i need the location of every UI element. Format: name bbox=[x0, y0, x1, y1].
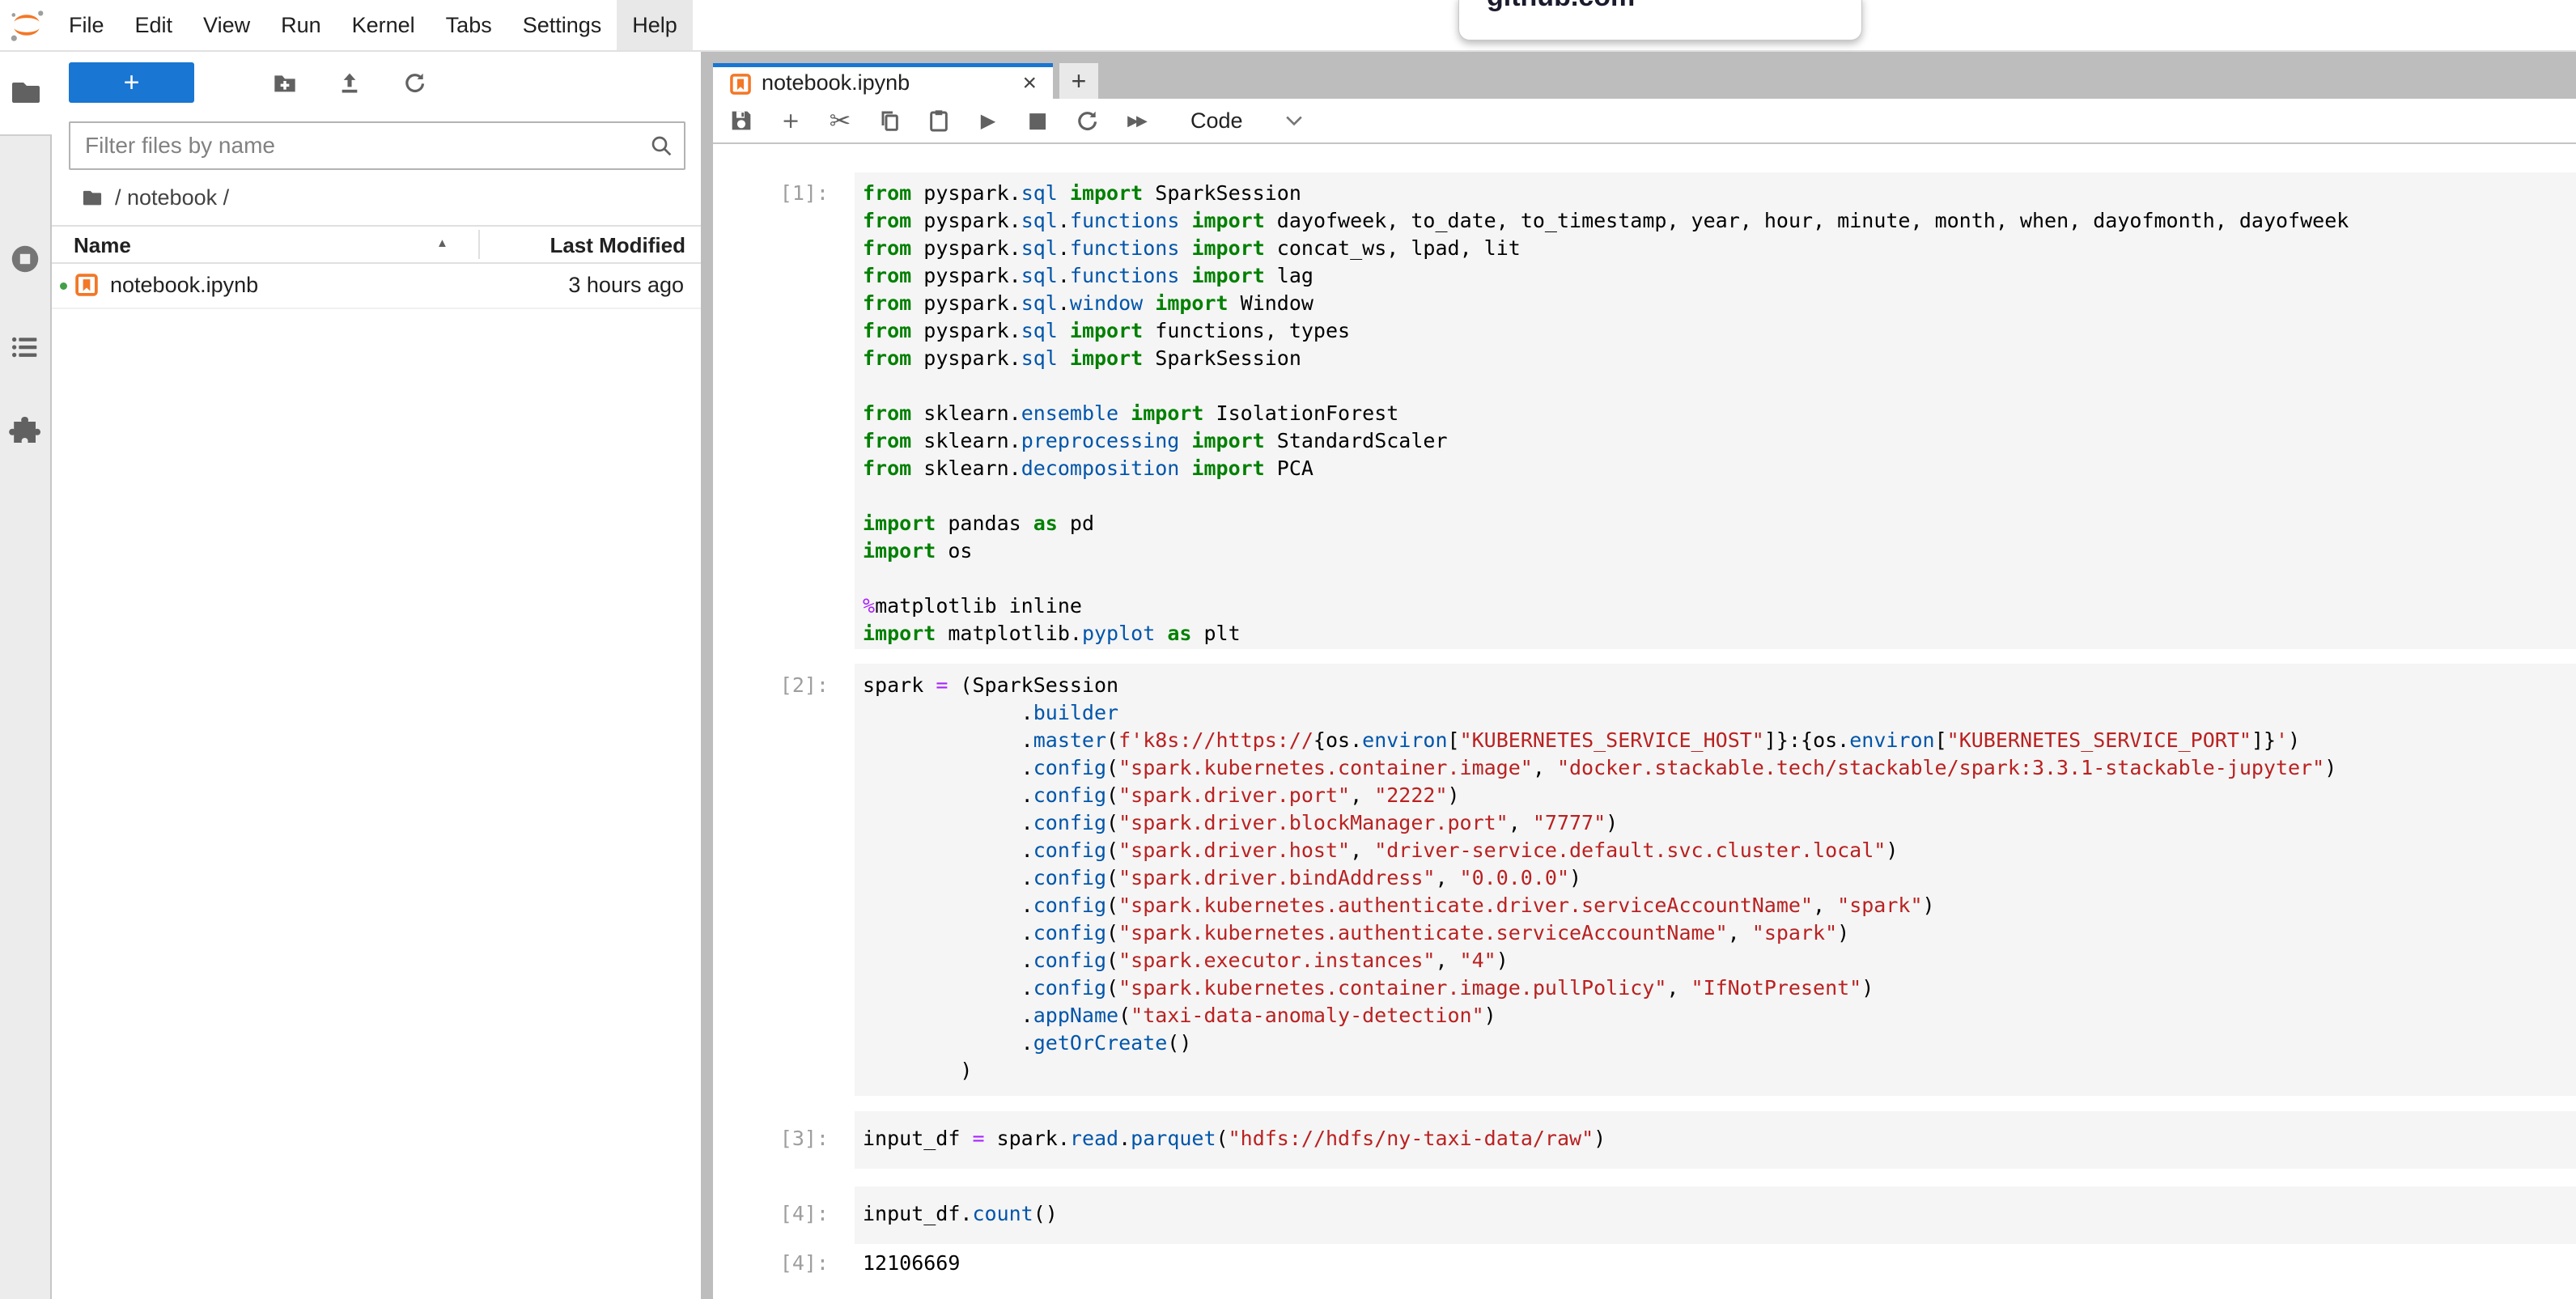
home-folder-icon bbox=[81, 186, 104, 209]
menu-help[interactable]: Help bbox=[617, 0, 693, 50]
upload-icon bbox=[337, 68, 363, 97]
sidebar-tab-running-kernels[interactable] bbox=[0, 242, 50, 276]
search-icon bbox=[648, 133, 674, 163]
menu-kernel[interactable]: Kernel bbox=[337, 0, 431, 50]
input-prompt: [4]: bbox=[713, 1200, 829, 1228]
notebook-content: [4]: 12106669 [1]: from pyspark.sql impor… bbox=[713, 0, 2576, 1299]
menubar: File Edit View Run Kernel Tabs Settings … bbox=[0, 0, 2576, 52]
jupyterlab-window: File Edit View Run Kernel Tabs Settings … bbox=[0, 0, 2576, 1299]
menu-run[interactable]: Run bbox=[265, 0, 337, 50]
column-header-name[interactable]: Name bbox=[74, 233, 131, 258]
upload-button[interactable] bbox=[332, 66, 367, 99]
kernel-running-dot bbox=[60, 282, 67, 290]
menu-tabs[interactable]: Tabs bbox=[431, 0, 507, 50]
list-icon bbox=[8, 330, 42, 364]
activity-bar-background bbox=[0, 134, 52, 1299]
sidebar-splitter[interactable] bbox=[701, 52, 713, 1299]
input-prompt: [3]: bbox=[713, 1125, 829, 1153]
file-row-notebook[interactable]: notebook.ipynb 3 hours ago bbox=[52, 264, 701, 309]
menu-view[interactable]: View bbox=[188, 0, 265, 50]
file-name: notebook.ipynb bbox=[110, 273, 258, 298]
notebook-file-icon bbox=[74, 273, 99, 301]
main-dock-panel: notebook.ipynb × + + ✂ bbox=[713, 0, 2576, 1299]
refresh-icon bbox=[401, 68, 427, 97]
sidebar-tab-extensions[interactable] bbox=[0, 414, 50, 447]
breadcrumb[interactable]: / notebook / bbox=[81, 181, 229, 214]
menu-file[interactable]: File bbox=[53, 0, 120, 50]
breadcrumb-path[interactable]: / notebook / bbox=[115, 185, 229, 210]
output-value: 12106669 bbox=[863, 1250, 960, 1277]
file-modified: 3 hours ago bbox=[568, 273, 684, 298]
input-prompt: [1]: bbox=[713, 180, 829, 207]
sidebar-tab-files[interactable] bbox=[0, 52, 52, 134]
sidebar-tab-table-of-contents[interactable] bbox=[0, 330, 50, 364]
jupyter-logo bbox=[0, 0, 53, 50]
stop-circle-icon bbox=[8, 242, 42, 276]
code-cell-editor[interactable]: input_df.count() bbox=[855, 1187, 2576, 1244]
code-cell-editor[interactable]: spark = (SparkSession .builder .master(f… bbox=[855, 664, 2576, 1096]
puzzle-icon bbox=[9, 414, 41, 447]
code-cell-editor[interactable]: input_df = spark.read.parquet("hdfs://hd… bbox=[855, 1111, 2576, 1169]
column-divider bbox=[478, 230, 480, 259]
sort-ascending-icon[interactable]: ▲ bbox=[436, 236, 448, 250]
new-folder-icon bbox=[272, 68, 298, 97]
menu-edit[interactable]: Edit bbox=[120, 0, 189, 50]
new-launcher-button[interactable]: + bbox=[69, 62, 194, 103]
menu-settings[interactable]: Settings bbox=[507, 0, 617, 50]
file-listing-header: Name ▲ Last Modified bbox=[52, 225, 701, 264]
refresh-files-button[interactable] bbox=[397, 66, 432, 99]
output-prompt: [4]: bbox=[713, 1250, 829, 1277]
activity-bar bbox=[0, 52, 52, 1299]
file-browser: + bbox=[52, 52, 701, 1299]
input-prompt: [2]: bbox=[713, 672, 829, 699]
code-cell-editor[interactable]: from pyspark.sql import SparkSessionfrom… bbox=[855, 172, 2576, 649]
browser-permission-popup: github.com bbox=[1458, 0, 1862, 40]
new-folder-button[interactable] bbox=[267, 66, 303, 99]
folder-icon bbox=[8, 75, 44, 111]
popup-domain: github.com bbox=[1487, 0, 1635, 13]
filter-files-input[interactable] bbox=[69, 121, 685, 170]
column-header-modified[interactable]: Last Modified bbox=[550, 233, 685, 258]
